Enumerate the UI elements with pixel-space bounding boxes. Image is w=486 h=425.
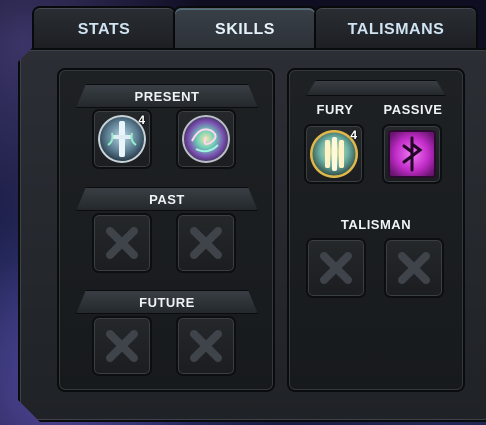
empty-slot-x-icon	[320, 252, 352, 284]
present-section-title: PRESENT	[76, 84, 258, 108]
fury-skill-slot[interactable]: 4	[304, 124, 364, 184]
past-title-text: PAST	[149, 191, 185, 207]
tab-skills-label: SKILLS	[215, 21, 275, 38]
tab-stats-label: STATS	[77, 21, 131, 38]
empty-slot-x-icon	[106, 330, 138, 362]
present-title-text: PRESENT	[134, 88, 200, 104]
empty-slot-x-icon	[190, 330, 222, 362]
empty-slot-x-icon	[106, 227, 138, 259]
past-section-title: PAST	[76, 187, 258, 211]
empty-slot-x-icon	[190, 227, 222, 259]
empty-slot-x-icon	[398, 252, 430, 284]
present-skill-slot-1[interactable]: 4	[92, 109, 152, 169]
passive-skill-slot[interactable]	[382, 124, 442, 184]
future-skill-slot-1[interactable]	[92, 316, 152, 376]
future-section-title: FUTURE	[76, 290, 258, 314]
tab-talismans-label: TALISMANS	[347, 21, 445, 38]
fury-skill-level: 4	[350, 128, 357, 142]
tab-stats[interactable]: STATS	[32, 6, 176, 52]
right-panel-header	[306, 80, 446, 96]
tab-skills[interactable]: SKILLS	[173, 6, 317, 52]
skill-sets-panel	[57, 68, 275, 392]
talisman-title: TALISMAN	[340, 217, 412, 232]
past-skill-slot-1[interactable]	[92, 213, 152, 273]
present-skill-level: 4	[138, 113, 145, 127]
tab-bar: STATS SKILLS TALISMANS	[32, 6, 486, 52]
purple-rune-icon	[388, 130, 436, 178]
talisman-slot-2[interactable]	[384, 238, 444, 298]
talisman-slot-1[interactable]	[306, 238, 366, 298]
past-skill-slot-2[interactable]	[176, 213, 236, 273]
future-skill-slot-2[interactable]	[176, 316, 236, 376]
passive-title: PASSIVE	[383, 102, 443, 117]
fury-title: FURY	[316, 102, 354, 117]
swirl-orb-icon	[182, 115, 230, 163]
present-skill-slot-2[interactable]	[176, 109, 236, 169]
tab-talismans[interactable]: TALISMANS	[314, 6, 478, 52]
future-title-text: FUTURE	[139, 294, 195, 310]
